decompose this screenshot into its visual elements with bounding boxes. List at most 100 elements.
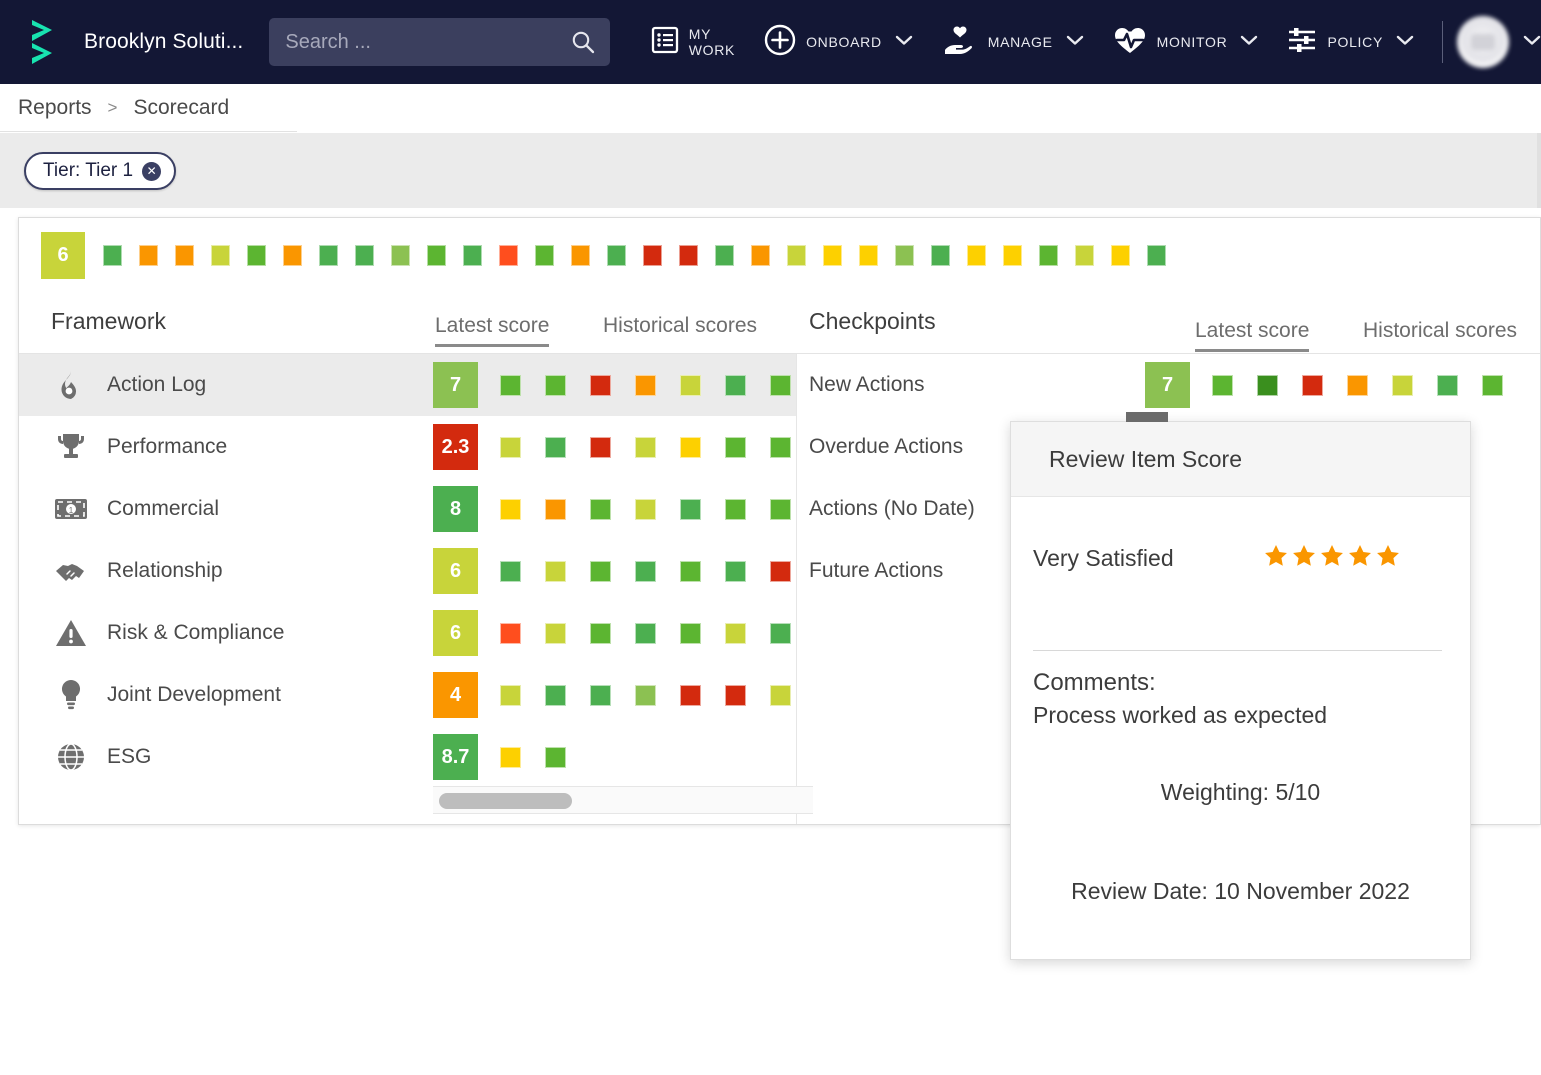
close-icon[interactable]: ✕ — [142, 161, 162, 181]
nav-item-my-work[interactable]: MY WORK — [636, 0, 749, 84]
checkpoint-historical-square[interactable] — [1347, 374, 1368, 396]
overall-history-square[interactable] — [859, 245, 878, 266]
user-avatar[interactable] — [1457, 16, 1509, 68]
overall-history-square[interactable] — [895, 245, 914, 266]
nav-item-manage[interactable]: MANAGE — [927, 0, 1098, 84]
historical-score-square[interactable] — [680, 684, 701, 706]
historical-score-square[interactable] — [725, 374, 746, 396]
latest-score-cell[interactable]: 2.3 — [433, 424, 478, 470]
nav-item-monitor[interactable]: MONITOR — [1098, 0, 1273, 84]
overall-history-square[interactable] — [1111, 245, 1130, 266]
historical-score-square[interactable] — [500, 560, 521, 582]
historical-score-square[interactable] — [590, 622, 611, 644]
overall-history-square[interactable] — [607, 245, 626, 266]
historical-score-square[interactable] — [770, 560, 791, 582]
historical-score-square[interactable] — [635, 560, 656, 582]
overall-history-square[interactable] — [643, 245, 662, 266]
overall-history-square[interactable] — [247, 245, 266, 266]
chevron-down-icon[interactable] — [1240, 33, 1258, 51]
overall-history-square[interactable] — [175, 245, 194, 266]
chevron-down-icon[interactable] — [1396, 33, 1414, 51]
overall-history-square[interactable] — [427, 245, 446, 266]
overall-history-square[interactable] — [139, 245, 158, 266]
historical-score-square[interactable] — [545, 622, 566, 644]
filter-chip-tier[interactable]: Tier: Tier 1 ✕ — [24, 152, 177, 190]
latest-score-cell[interactable]: 6 — [433, 548, 478, 594]
historical-score-square[interactable] — [545, 498, 566, 520]
historical-score-square[interactable] — [680, 498, 701, 520]
overall-history-square[interactable] — [211, 245, 230, 266]
search-icon[interactable] — [570, 29, 596, 60]
historical-score-square[interactable] — [725, 436, 746, 458]
historical-score-square[interactable] — [725, 622, 746, 644]
historical-score-square[interactable] — [500, 436, 521, 458]
search-box[interactable] — [269, 18, 610, 66]
historical-score-square[interactable] — [770, 684, 791, 706]
historical-score-square[interactable] — [680, 622, 701, 644]
historical-score-square[interactable] — [725, 684, 746, 706]
historical-score-square[interactable] — [545, 436, 566, 458]
historical-score-square[interactable] — [500, 622, 521, 644]
historical-score-square[interactable] — [635, 684, 656, 706]
breadcrumb-item-scorecard[interactable]: Scorecard — [133, 96, 229, 120]
overall-history-square[interactable] — [1075, 245, 1094, 266]
checkpoints-latest-score-header[interactable]: Latest score — [1195, 319, 1310, 352]
breadcrumb-item-reports[interactable]: Reports — [18, 96, 92, 120]
chevron-down-icon[interactable] — [1523, 33, 1541, 51]
horizontal-scrollbar[interactable] — [433, 786, 813, 814]
historical-score-square[interactable] — [590, 498, 611, 520]
historical-score-square[interactable] — [545, 560, 566, 582]
overall-history-square[interactable] — [535, 245, 554, 266]
historical-score-square[interactable] — [500, 374, 521, 396]
latest-score-cell[interactable]: 8 — [433, 486, 478, 532]
historical-score-square[interactable] — [725, 498, 746, 520]
latest-score-cell[interactable]: 7 — [433, 362, 478, 408]
overall-history-square[interactable] — [1039, 245, 1058, 266]
historical-score-square[interactable] — [590, 684, 611, 706]
overall-history-square[interactable] — [823, 245, 842, 266]
framework-latest-score-header[interactable]: Latest score — [435, 314, 550, 347]
historical-score-square[interactable] — [635, 436, 656, 458]
overall-history-square[interactable] — [463, 245, 482, 266]
page-scrollbar[interactable] — [1537, 133, 1541, 208]
overall-history-square[interactable] — [787, 245, 806, 266]
framework-historical-scores-header[interactable]: Historical scores — [603, 314, 757, 344]
checkpoint-historical-square[interactable] — [1437, 374, 1458, 396]
checkpoints-historical-scores-header[interactable]: Historical scores — [1363, 319, 1517, 349]
nav-item-onboard[interactable]: ONBOARD — [749, 0, 927, 84]
historical-score-square[interactable] — [635, 374, 656, 396]
historical-score-square[interactable] — [500, 746, 521, 768]
checkpoint-historical-square[interactable] — [1482, 374, 1503, 396]
search-input[interactable] — [285, 30, 594, 54]
overall-history-square[interactable] — [967, 245, 986, 266]
latest-score-cell[interactable]: 6 — [433, 610, 478, 656]
latest-score-cell[interactable]: 4 — [433, 672, 478, 718]
historical-score-square[interactable] — [590, 374, 611, 396]
historical-score-square[interactable] — [500, 498, 521, 520]
historical-score-square[interactable] — [680, 560, 701, 582]
historical-score-square[interactable] — [590, 560, 611, 582]
overall-history-square[interactable] — [319, 245, 338, 266]
historical-score-square[interactable] — [545, 746, 566, 768]
historical-score-square[interactable] — [770, 436, 791, 458]
overall-history-square[interactable] — [751, 245, 770, 266]
historical-score-square[interactable] — [770, 374, 791, 396]
nav-item-policy[interactable]: POLICY — [1272, 0, 1428, 84]
historical-score-square[interactable] — [770, 622, 791, 644]
overall-history-square[interactable] — [679, 245, 698, 266]
checkpoint-historical-square[interactable] — [1212, 374, 1233, 396]
checkpoint-historical-square[interactable] — [1257, 374, 1278, 396]
historical-score-square[interactable] — [635, 622, 656, 644]
overall-history-square[interactable] — [931, 245, 950, 266]
checkpoint-latest-score-cell[interactable]: 7 — [1145, 362, 1190, 408]
overall-history-square[interactable] — [103, 245, 122, 266]
overall-history-square[interactable] — [1147, 245, 1166, 266]
historical-score-square[interactable] — [725, 560, 746, 582]
historical-score-square[interactable] — [680, 436, 701, 458]
overall-history-square[interactable] — [391, 245, 410, 266]
historical-score-square[interactable] — [770, 498, 791, 520]
overall-history-square[interactable] — [571, 245, 590, 266]
horizontal-scrollbar-thumb[interactable] — [439, 793, 572, 809]
checkpoint-historical-square[interactable] — [1392, 374, 1413, 396]
latest-score-cell[interactable]: 8.7 — [433, 734, 478, 780]
